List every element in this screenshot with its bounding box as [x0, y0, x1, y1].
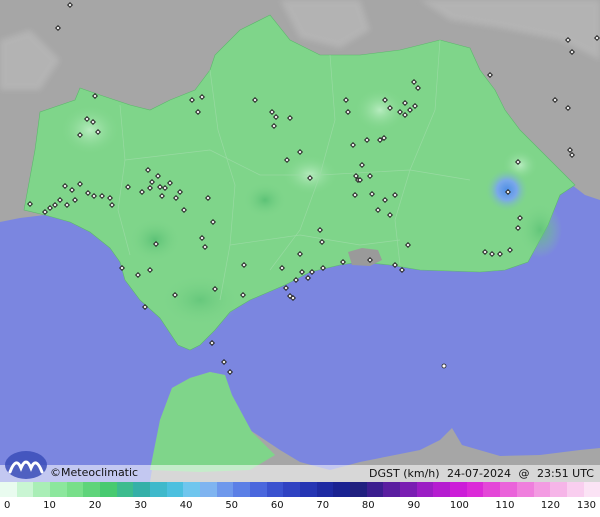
- copyright-symbol: ©: [50, 466, 61, 479]
- scale-swatch: [116, 482, 134, 497]
- scale-swatch: [150, 482, 167, 497]
- scale-swatch: [333, 482, 351, 497]
- scale-swatch: [516, 482, 534, 497]
- brand-block: ©Meteoclimatic: [4, 450, 138, 480]
- scale-tick-label: 70: [316, 500, 330, 511]
- scale-swatch: [183, 482, 201, 497]
- scale-swatch: [166, 482, 184, 497]
- at-symbol: @: [518, 467, 530, 480]
- scale-swatch: [233, 482, 251, 497]
- scale-swatch: [566, 482, 584, 497]
- color-scale-bar: [0, 482, 600, 497]
- brand-name: Meteoclimatic: [61, 466, 139, 479]
- scale-swatch: [83, 482, 101, 497]
- scale-swatch: [500, 482, 517, 497]
- scale-swatch: [33, 482, 51, 497]
- scale-swatch: [583, 482, 600, 497]
- scale-tick-label: 40: [179, 500, 193, 511]
- color-scale-labels: 0 10 20 30 40 50 60 70 80 90 100 110 120 130: [0, 497, 600, 517]
- scale-tick-label: 60: [270, 500, 284, 511]
- scale-swatch: [133, 482, 151, 497]
- scale-swatch: [483, 482, 501, 497]
- map-caption: DGST (km/h) 24-07-2024 @ 23:51 UTC: [365, 467, 594, 480]
- scale-swatch: [466, 482, 484, 497]
- scale-swatch: [416, 482, 434, 497]
- scale-swatch: [300, 482, 317, 497]
- scale-tick-label: 120: [540, 500, 560, 511]
- scale-swatch: [50, 482, 67, 497]
- meteoclimatic-logo-icon: [5, 451, 47, 479]
- scale-tick-label: 0: [4, 500, 11, 511]
- scale-swatch: [283, 482, 301, 497]
- scale-swatch: [266, 482, 284, 497]
- variable-label: DGST (km/h): [369, 467, 440, 480]
- scale-swatch: [450, 482, 467, 497]
- scale-swatch: [16, 482, 34, 497]
- scale-tick-label: 30: [134, 500, 147, 511]
- scale-swatch: [550, 482, 567, 497]
- scale-swatch: [433, 482, 451, 497]
- scale-swatch: [250, 482, 267, 497]
- brand-label: ©Meteoclimatic: [50, 466, 138, 479]
- scale-swatch: [200, 482, 217, 497]
- time-label: 23:51 UTC: [536, 467, 594, 480]
- scale-swatch: [366, 482, 384, 497]
- scale-swatch: [350, 482, 367, 497]
- scale-swatch: [216, 482, 234, 497]
- scale-tick-label: 50: [225, 500, 239, 511]
- scale-swatch: [383, 482, 401, 497]
- scale-swatch: [0, 482, 17, 497]
- scale-tick-label: 90: [407, 500, 421, 511]
- wind-gust-map: [0, 0, 600, 482]
- scale-swatch: [400, 482, 417, 497]
- weather-map-frame: ©Meteoclimatic DGST (km/h) 24-07-2024 @ …: [0, 0, 600, 517]
- scale-tick-label: 110: [495, 500, 515, 511]
- scale-swatch: [533, 482, 551, 497]
- scale-swatch: [316, 482, 334, 497]
- scale-swatch: [66, 482, 84, 497]
- scale-swatch: [100, 482, 117, 497]
- date-label: 24-07-2024: [447, 467, 511, 480]
- scale-tick-label: 10: [43, 500, 56, 511]
- scale-tick-label: 20: [88, 500, 102, 511]
- scale-tick-label: 80: [361, 500, 375, 511]
- island-marker: [441, 363, 447, 369]
- scale-tick-label: 130: [576, 500, 596, 511]
- scale-tick-label: 100: [449, 500, 469, 511]
